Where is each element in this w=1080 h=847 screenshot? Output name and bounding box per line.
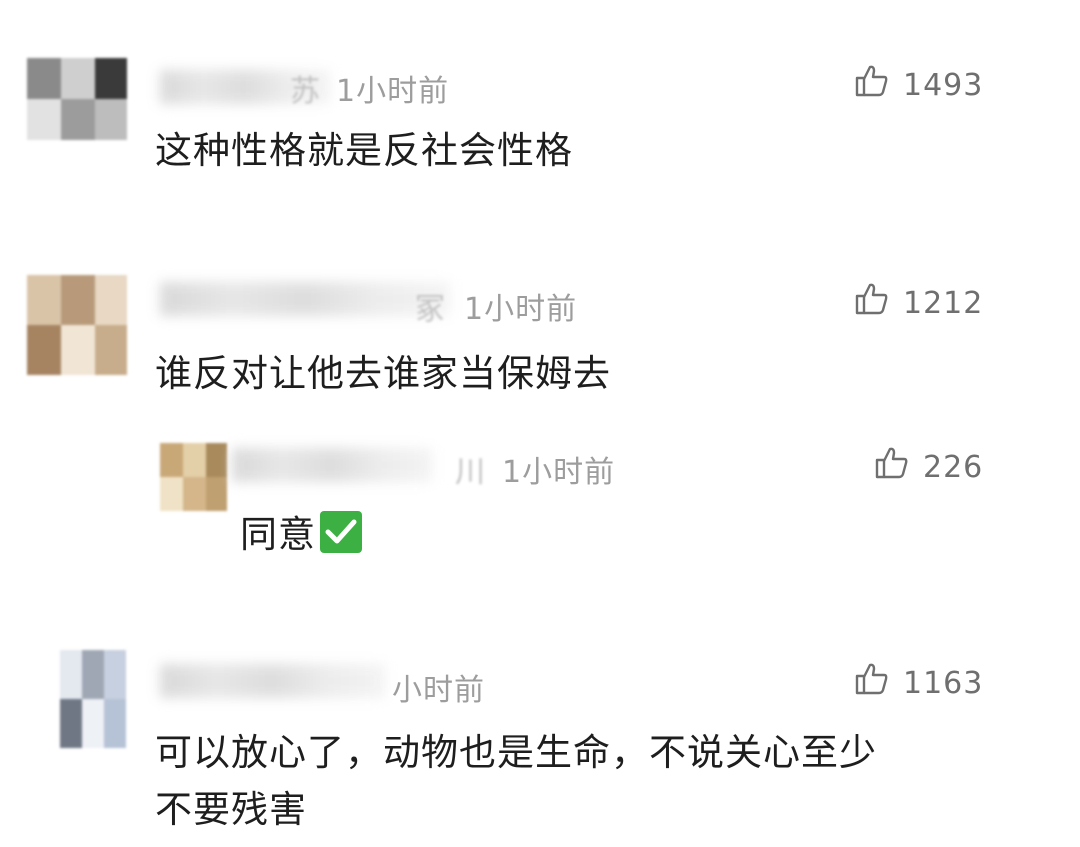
reply-avatar[interactable]	[160, 443, 227, 511]
avatar-mosaic-cell	[61, 275, 95, 325]
timestamp: 1小时前	[336, 74, 450, 109]
username-tail: 苏	[290, 74, 321, 109]
avatar-mosaic-cell	[27, 275, 61, 325]
avatar-mosaic-cell	[95, 275, 127, 325]
like-button[interactable]: 1493	[855, 64, 983, 106]
like-count: 226	[923, 449, 984, 485]
avatar-mosaic-cell	[27, 58, 61, 99]
reply-text-label: 同意	[240, 513, 316, 556]
avatar[interactable]	[27, 275, 127, 375]
avatar-mosaic-cell	[160, 443, 183, 477]
avatar[interactable]	[60, 650, 126, 748]
avatar-mosaic-cell	[95, 99, 127, 140]
like-count: 1163	[903, 665, 984, 701]
avatar-mosaic-cell	[82, 650, 104, 699]
avatar-mosaic-cell	[60, 650, 82, 699]
comment-text: 这种性格就是反社会性格	[155, 129, 573, 172]
like-button[interactable]: 1212	[855, 282, 983, 324]
thumbs-up-icon	[875, 446, 909, 488]
timestamp: 小时前	[392, 673, 485, 708]
username-blurred[interactable]	[160, 282, 450, 316]
avatar-mosaic-cell	[61, 325, 95, 375]
timestamp: 1小时前	[464, 292, 578, 327]
thumbs-up-icon	[855, 662, 889, 704]
avatar-mosaic-cell	[61, 58, 95, 99]
avatar-mosaic-cell	[206, 443, 227, 477]
avatar-mosaic-cell	[206, 477, 227, 511]
avatar-mosaic-cell	[27, 99, 61, 140]
check-mark-icon	[320, 511, 362, 553]
avatar[interactable]	[27, 58, 127, 140]
username-blurred[interactable]	[160, 664, 385, 698]
like-button[interactable]: 226	[875, 446, 983, 488]
thumbs-up-icon	[855, 282, 889, 324]
username-blurred[interactable]	[232, 448, 432, 482]
comment-text-line: 可以放心了，动物也是生命，不说关心至少	[155, 731, 877, 774]
avatar-mosaic-cell	[61, 99, 95, 140]
like-count: 1493	[903, 67, 984, 103]
username-tail: 川	[455, 455, 486, 490]
comment-text: 谁反对让他去谁家当保姆去	[155, 352, 611, 395]
comment-text-line: 不要残害	[155, 788, 307, 831]
username-tail: 冢	[415, 292, 446, 327]
avatar-mosaic-cell	[183, 443, 206, 477]
reply-text: 同意	[240, 504, 362, 566]
avatar-mosaic-cell	[160, 477, 183, 511]
like-button[interactable]: 1163	[855, 662, 983, 704]
thumbs-up-icon	[855, 64, 889, 106]
avatar-mosaic-cell	[95, 325, 127, 375]
avatar-mosaic-cell	[95, 58, 127, 99]
avatar-mosaic-cell	[82, 699, 104, 748]
like-count: 1212	[903, 285, 984, 321]
avatar-mosaic-cell	[60, 699, 82, 748]
avatar-mosaic-cell	[104, 699, 126, 748]
avatar-mosaic-cell	[183, 477, 206, 511]
timestamp: 1小时前	[502, 455, 616, 490]
avatar-mosaic-cell	[27, 325, 61, 375]
avatar-mosaic-cell	[104, 650, 126, 699]
